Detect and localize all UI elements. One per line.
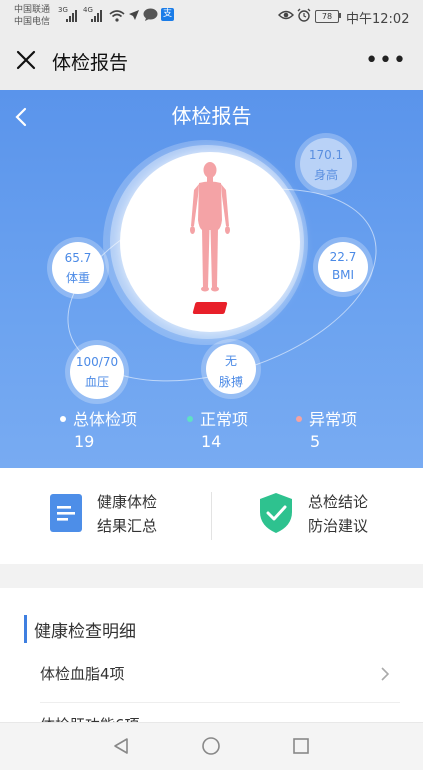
metric-pulse-label: 脉搏 xyxy=(218,375,243,389)
location-arrow-icon xyxy=(129,10,139,20)
shield-check-icon xyxy=(260,493,292,533)
conclusion-card[interactable]: 总检结论 防治建议 xyxy=(212,468,423,564)
page-title: 体检报告 xyxy=(52,52,129,74)
status-time: 中午12:02 xyxy=(346,12,410,27)
detail-section: 健康检查明细 体检血脂4项 体检肝功能6项 xyxy=(0,588,423,728)
metric-pulse[interactable]: 无 脉搏 xyxy=(206,344,256,394)
metric-pulse-value: 无 xyxy=(224,354,237,368)
chat-bubble-icon xyxy=(143,8,158,21)
metric-height-value: 170.1 xyxy=(308,148,344,162)
battery-tip xyxy=(339,13,341,18)
stat-total-value: 19 xyxy=(74,432,95,451)
document-icon xyxy=(50,494,82,532)
human-body-icon xyxy=(190,162,230,292)
chevron-right-icon xyxy=(381,667,390,681)
row-divider xyxy=(40,702,400,703)
home-circle-icon[interactable] xyxy=(201,736,221,756)
metric-height-label: 身高 xyxy=(313,168,338,182)
metric-weight-value: 65.7 xyxy=(64,251,92,265)
stat-normal-label: 正常项 xyxy=(200,410,249,429)
wifi-icon xyxy=(109,10,125,22)
conclusion-card-line1: 总检结论 xyxy=(308,493,369,511)
stat-normal-value: 14 xyxy=(201,432,222,451)
section-accent-bar xyxy=(24,615,27,643)
back-triangle-icon[interactable] xyxy=(112,737,130,755)
carrier-2: 中国电信 xyxy=(14,17,51,27)
redacted-name-mark xyxy=(192,302,228,314)
metric-bmi-value: 22.7 xyxy=(329,250,357,264)
metric-bp-value: 100/70 xyxy=(75,355,119,369)
carrier-1: 中国联通 xyxy=(14,5,51,15)
action-cards: 健康体检 结果汇总 总检结论 防治建议 xyxy=(0,468,423,564)
detail-row[interactable]: 体检血脂4项 xyxy=(0,648,423,700)
stat-abnormal[interactable]: 异常项 5 xyxy=(296,406,357,451)
top-nav-bar: 体检报告 ••• xyxy=(0,34,423,91)
stat-abnormal-value: 5 xyxy=(310,432,321,451)
more-options-button[interactable]: ••• xyxy=(365,48,407,73)
metric-weight[interactable]: 65.7 体重 xyxy=(52,242,104,294)
eye-icon xyxy=(278,10,294,20)
signal-icon xyxy=(91,10,102,22)
alipay-icon: 支 xyxy=(161,8,174,21)
close-icon[interactable] xyxy=(12,46,40,74)
stat-total-dot xyxy=(60,415,66,422)
summary-card-line1: 健康体检 xyxy=(97,493,158,511)
metric-bp-label: 血压 xyxy=(84,375,109,389)
status-bar: 中国联通 中国电信 3G 4G 支 78 中午12:02 xyxy=(0,0,423,34)
metric-bmi[interactable]: 22.7 BMI xyxy=(318,242,368,292)
detail-row-label: 体检血脂4项 xyxy=(40,665,125,683)
stat-total[interactable]: 总体检项 19 xyxy=(60,406,137,451)
system-nav-bar xyxy=(0,722,423,770)
summary-card[interactable]: 健康体检 结果汇总 xyxy=(0,468,211,564)
recents-square-icon[interactable] xyxy=(292,737,310,755)
metric-bmi-label: BMI xyxy=(331,268,355,282)
stat-normal-dot xyxy=(187,415,193,422)
report-hero: 体检报告 170.1 身高 22.7 BMI 65.7 体重 100/70 血压… xyxy=(0,90,423,468)
metric-weight-label: 体重 xyxy=(65,271,90,285)
metric-blood-pressure[interactable]: 100/70 血压 xyxy=(70,345,124,399)
stat-abnormal-dot xyxy=(296,415,302,422)
signal-icon xyxy=(66,10,77,22)
stat-normal[interactable]: 正常项 14 xyxy=(187,406,248,451)
battery-indicator: 78 xyxy=(315,10,339,23)
metric-height[interactable]: 170.1 身高 xyxy=(300,138,352,190)
detail-section-title: 健康检查明细 xyxy=(34,622,136,642)
hero-title: 体检报告 xyxy=(171,104,252,128)
summary-card-line2: 结果汇总 xyxy=(97,517,158,535)
stat-abnormal-label: 异常项 xyxy=(309,410,358,429)
alarm-icon xyxy=(297,8,311,22)
stat-total-label: 总体检项 xyxy=(73,410,138,429)
conclusion-card-line2: 防治建议 xyxy=(308,517,369,535)
